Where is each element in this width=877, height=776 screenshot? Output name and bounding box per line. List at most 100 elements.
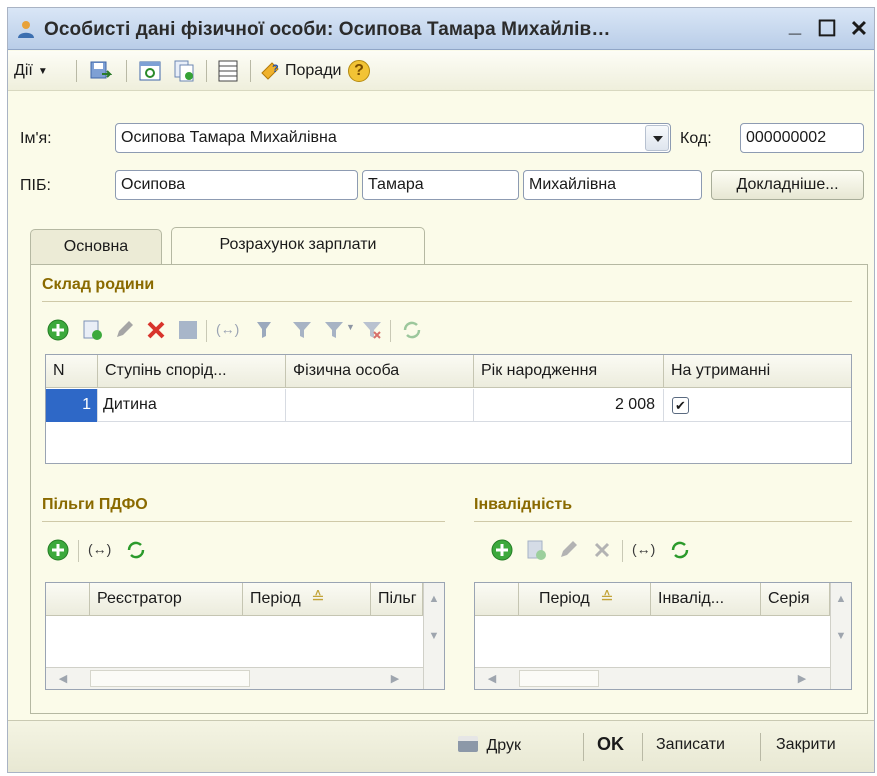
col-period-label: Період [250,590,301,607]
actions-menu-button[interactable]: Дії ▼ [14,59,48,83]
middle-name-field[interactable]: Михайлівна [523,170,702,200]
filter-settings-icon[interactable] [254,318,278,342]
name-dropdown-button[interactable] [645,125,669,151]
family-table-header: N Ступінь спорід... Фізична особа Рік на… [46,355,851,388]
filter-dropdown-icon[interactable]: ▼ [346,322,355,332]
col-person[interactable]: Фізична особа [286,355,474,388]
filter-icon[interactable] [290,318,314,342]
tips-button[interactable]: ? Поради [258,59,341,83]
save-and-close-icon[interactable] [88,59,112,83]
save-row-icon[interactable] [176,318,200,342]
save-button[interactable]: Записати [656,736,725,754]
col-period-label: Період [539,590,590,607]
filter-list-icon[interactable] [322,318,346,342]
row-person [286,389,474,422]
disability-section-title: Інвалідність [474,496,573,513]
edit-icon[interactable] [556,538,580,562]
vertical-scrollbar[interactable]: ▲ ▼ [423,583,444,689]
help-icon: ? [348,60,370,82]
add-icon[interactable] [46,318,70,342]
scroll-left-icon[interactable]: ◀ [54,670,72,688]
name-value: Осипова Тамара Михайлівна [121,129,337,146]
svg-text:?: ? [272,63,279,75]
scroll-right-icon[interactable]: ▶ [386,670,404,688]
add-icon[interactable] [46,538,70,562]
row-dependent: ✔ [664,389,851,422]
col-birth-year[interactable]: Рік народження [474,355,664,388]
last-name-value: Осипова [121,176,186,193]
code-field[interactable]: 000000002 [740,123,864,153]
col-benefit[interactable]: Пільг [371,583,423,616]
scroll-left-icon[interactable]: ◀ [483,670,501,688]
scroll-down-icon[interactable]: ▼ [832,627,850,645]
tips-icon: ? [261,62,279,80]
ok-button[interactable]: OK [597,734,624,755]
tax-table-header: Реєстратор Період ≙ Пільг [46,583,444,616]
code-value: 000000002 [746,129,827,146]
refresh-icon[interactable] [400,318,424,342]
scroll-thumb[interactable] [90,670,250,687]
first-name-value: Тамара [368,176,424,193]
horizontal-scrollbar[interactable]: ◀ ▶ [46,667,423,689]
col-marker [475,583,519,616]
close-button[interactable]: ✕ [846,16,872,42]
first-name-field[interactable]: Тамара [362,170,519,200]
dependent-checkbox[interactable]: ✔ [672,397,689,414]
window-title: Особисті дані фізичної особи: Осипова Та… [44,19,611,40]
col-disability[interactable]: Інвалід... [651,583,761,616]
disability-table[interactable]: Період ≙ Інвалід... Серія ▲ ▼ ◀ ▶ [474,582,852,690]
form-window: Особисті дані фізичної особи: Осипова Та… [7,7,875,773]
scroll-thumb[interactable] [519,670,599,687]
help-button[interactable]: ? [348,59,370,83]
row-birth-year: 2 008 [474,389,664,422]
sort-icon: ≙ [311,590,325,607]
col-series[interactable]: Серія [761,583,830,616]
details-button[interactable]: Докладніше... [711,170,864,200]
col-period[interactable]: Період ≙ [243,583,371,616]
vertical-scrollbar[interactable]: ▲ ▼ [830,583,851,689]
maximize-button[interactable]: ☐ [814,16,840,42]
move-icon[interactable]: (↔) [88,541,111,557]
name-select[interactable]: Осипова Тамара Михайлівна [115,123,671,153]
refresh-icon[interactable] [124,538,148,562]
scroll-up-icon[interactable]: ▲ [425,590,443,608]
scroll-up-icon[interactable]: ▲ [832,590,850,608]
last-name-field[interactable]: Осипова [115,170,358,200]
sort-icon: ≙ [600,590,614,607]
tax-benefits-table[interactable]: Реєстратор Період ≙ Пільг ▲ ▼ ◀ ▶ [45,582,445,690]
col-n[interactable]: N [46,355,98,388]
minimize-button[interactable]: _ [782,12,808,38]
structure-list-icon[interactable] [216,59,240,83]
add-icon[interactable] [490,538,514,562]
delete-icon[interactable] [590,538,614,562]
tab-payroll[interactable]: Розрахунок зарплати [171,227,425,265]
family-table[interactable]: N Ступінь спорід... Фізична особа Рік на… [45,354,852,464]
copy-document-icon[interactable] [172,59,196,83]
edit-icon[interactable] [112,318,136,342]
horizontal-scrollbar[interactable]: ◀ ▶ [475,667,830,689]
col-registrar[interactable]: Реєстратор [90,583,243,616]
col-relation[interactable]: Ступінь спорід... [98,355,286,388]
delete-icon[interactable] [144,318,168,342]
col-period[interactable]: Період ≙ [519,583,651,616]
col-marker [46,583,90,616]
move-icon[interactable]: (↔) [216,321,239,337]
refresh-form-icon[interactable] [138,59,162,83]
copy-icon[interactable] [524,538,548,562]
col-dependent[interactable]: На утриманні [664,355,851,388]
print-button[interactable]: Друк [458,736,521,755]
move-icon[interactable]: (↔) [632,541,655,557]
disability-table-header: Період ≙ Інвалід... Серія [475,583,851,616]
title-bar[interactable]: Особисті дані фізичної особи: Осипова Та… [8,8,874,50]
table-row[interactable]: 1 Дитина 2 008 ✔ [46,389,851,422]
tab-main[interactable]: Основна [30,229,162,265]
refresh-icon[interactable] [668,538,692,562]
copy-icon[interactable] [80,318,104,342]
scroll-down-icon[interactable]: ▼ [425,627,443,645]
scroll-right-icon[interactable]: ▶ [793,670,811,688]
family-section-title: Склад родини [42,276,155,293]
close-form-button[interactable]: Закрити [776,736,836,754]
print-label: Друк [486,737,522,754]
clear-filter-icon[interactable] [360,318,384,342]
pib-label: ПІБ: [20,177,51,194]
